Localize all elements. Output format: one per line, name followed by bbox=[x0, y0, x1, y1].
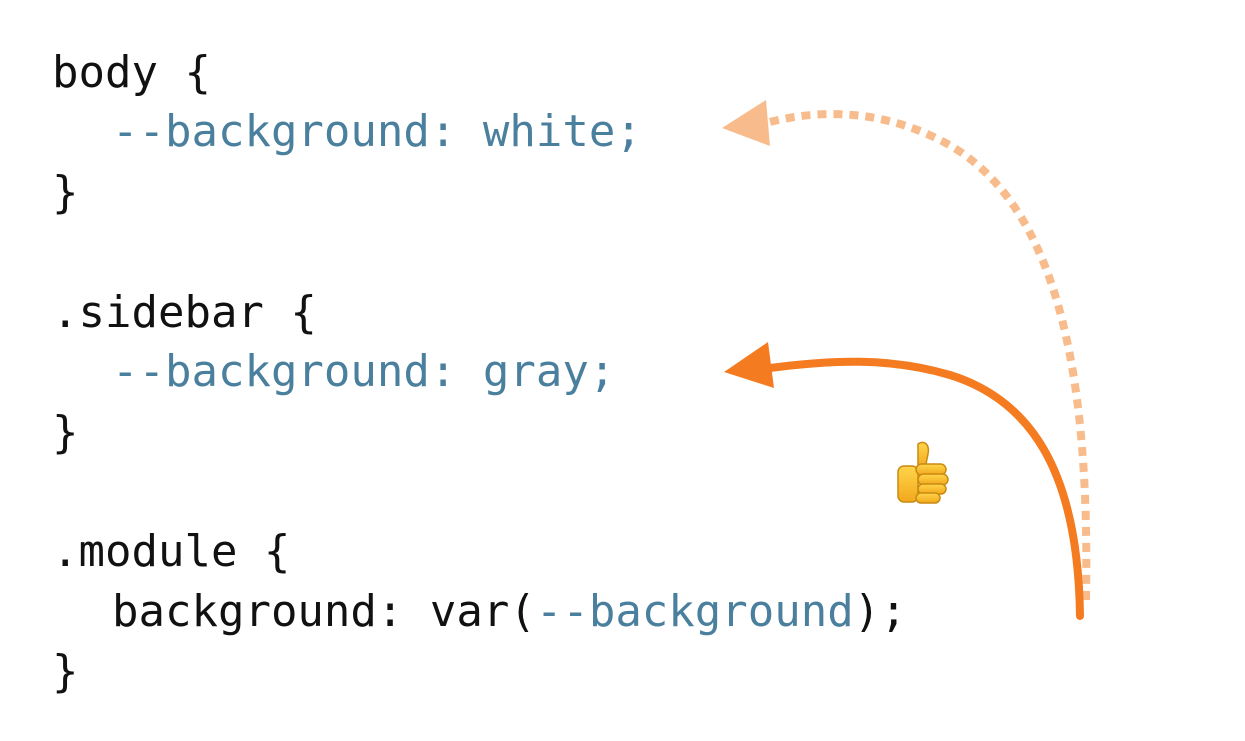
module-selector-line: .module { bbox=[52, 526, 291, 577]
module-background-suffix: ); bbox=[853, 586, 907, 637]
body-selector-line: body { bbox=[52, 47, 211, 98]
sidebar-close-brace: } bbox=[52, 407, 79, 458]
sidebar-selector-line: .sidebar { bbox=[52, 287, 317, 338]
slide-canvas: body { --background: white; } .sidebar {… bbox=[0, 0, 1245, 741]
thumbs-up-icon bbox=[897, 441, 949, 504]
sidebar-background-declaration: --background: gray; bbox=[112, 346, 616, 397]
dotted-arrow-to-body bbox=[760, 110, 1091, 601]
module-close-brace: } bbox=[52, 646, 79, 697]
solid-arrowhead bbox=[724, 342, 774, 388]
body-close-brace: } bbox=[52, 167, 79, 218]
module-background-prefix: background: var( bbox=[112, 586, 536, 637]
module-background-declaration: background: var(--background); bbox=[52, 582, 907, 642]
module-background-variable: --background bbox=[535, 586, 854, 637]
dotted-arrowhead bbox=[722, 100, 770, 146]
body-background-declaration: --background: white; bbox=[112, 106, 642, 157]
